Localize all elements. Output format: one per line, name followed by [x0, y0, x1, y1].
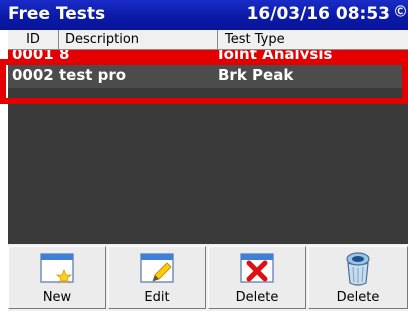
edit-document-icon [140, 253, 174, 283]
datetime-display: 16/03/16 08:53 [246, 4, 390, 24]
title-bar: Free Tests 16/03/16 08:53 Ⓒ [0, 0, 408, 30]
list-header: ID Description Test Type [8, 30, 408, 50]
new-document-icon [40, 253, 74, 284]
column-header-description[interactable]: Description [59, 30, 218, 49]
delete-button[interactable]: Delete [208, 246, 306, 309]
delete-button-label: Delete [235, 290, 279, 305]
window-title: Free Tests [8, 4, 106, 24]
delete-all-button[interactable]: Delete [308, 246, 408, 309]
new-button-label: New [42, 290, 72, 305]
edit-button[interactable]: Edit [108, 246, 206, 309]
column-header-test-type[interactable]: Test Type [219, 30, 408, 49]
column-header-id[interactable]: ID [8, 30, 59, 49]
selection-highlight [0, 59, 408, 104]
status-icon: Ⓒ [395, 5, 406, 18]
action-toolbar: New Edit Delete Delete [8, 244, 408, 311]
new-button[interactable]: New [8, 246, 106, 309]
edit-button-label: Edit [144, 290, 170, 305]
trash-bin-icon [346, 252, 370, 286]
delete-x-icon [240, 253, 274, 283]
delete-all-button-label: Delete [336, 290, 380, 305]
